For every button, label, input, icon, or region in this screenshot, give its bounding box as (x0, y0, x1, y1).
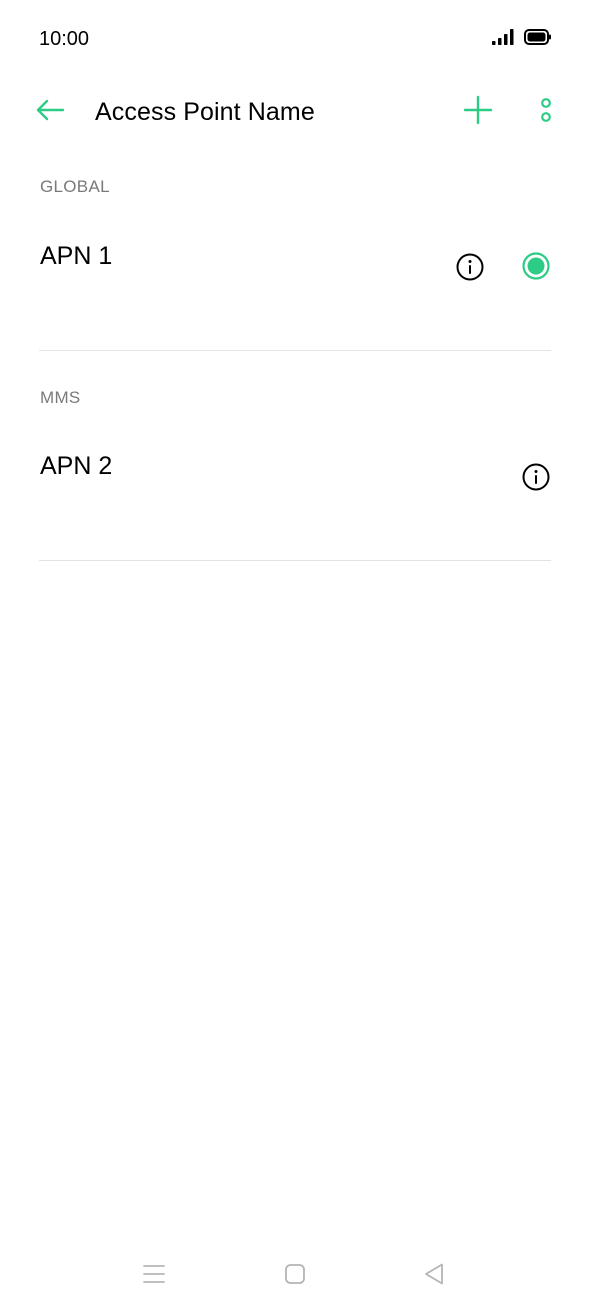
status-icons (492, 27, 552, 51)
home-button[interactable] (275, 1260, 315, 1292)
home-icon (284, 1263, 306, 1290)
status-time: 10:00 (39, 28, 90, 50)
arrow-left-icon (35, 98, 65, 127)
divider (39, 350, 551, 351)
back-triangle-icon (423, 1262, 445, 1291)
apn1-radio-button[interactable] (519, 251, 553, 285)
more-vertical-icon (539, 95, 553, 130)
menu-icon (143, 1264, 165, 1289)
plus-icon (463, 95, 493, 130)
info-icon (521, 462, 551, 497)
section-header-mms: MMS (40, 388, 81, 407)
status-bar: 10:00 (0, 0, 590, 80)
apn-row-apn2[interactable]: APN 2 (0, 430, 590, 570)
apn-row-apn1[interactable]: APN 1 (0, 220, 590, 360)
app-bar: Access Point Name (0, 80, 590, 144)
apn2-info-button[interactable] (519, 462, 553, 496)
info-icon (455, 252, 485, 287)
apn-name: APN 2 (40, 452, 113, 480)
section-header-global: GLOBAL (40, 177, 110, 196)
battery-icon (524, 28, 552, 51)
apn1-info-button[interactable] (453, 252, 487, 286)
system-back-button[interactable] (414, 1260, 454, 1292)
add-apn-button[interactable] (458, 92, 498, 132)
apn-name: APN 1 (40, 242, 113, 270)
back-button[interactable] (30, 94, 70, 130)
signal-icon (492, 28, 514, 51)
page-title: Access Point Name (95, 98, 315, 126)
more-options-button[interactable] (526, 92, 566, 132)
system-nav-bar (0, 1240, 590, 1312)
radio-selected-icon (521, 251, 551, 286)
recent-apps-button[interactable] (134, 1260, 174, 1292)
divider (39, 560, 551, 561)
